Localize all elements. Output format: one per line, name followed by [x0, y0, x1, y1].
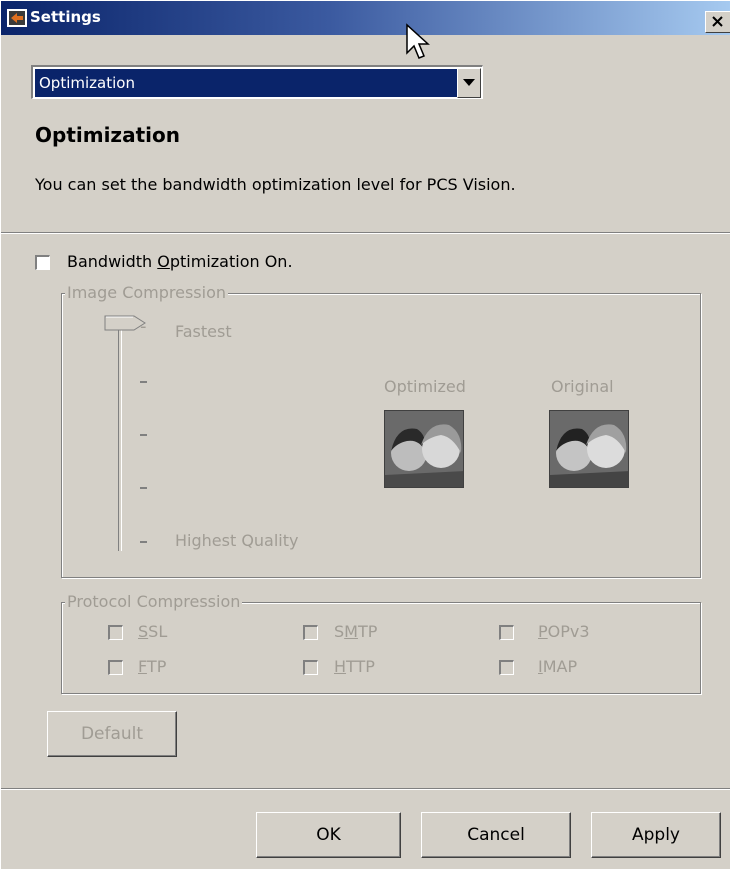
original-label: Original — [551, 377, 614, 396]
image-compression-title: Image Compression — [65, 283, 229, 302]
smtp-checkbox[interactable] — [303, 625, 318, 640]
bandwidth-optimization-checkbox[interactable] — [35, 255, 50, 270]
http-checkbox[interactable] — [303, 660, 318, 675]
mouse-cursor-icon — [406, 23, 430, 59]
compression-slider-track[interactable] — [118, 321, 122, 551]
title-bar[interactable]: Settings — [1, 1, 730, 35]
imap-label[interactable]: IMAP — [538, 657, 577, 676]
window-title: Settings — [30, 8, 101, 26]
popv3-checkbox[interactable] — [499, 625, 514, 640]
tick-mark: - — [140, 316, 147, 337]
imap-checkbox[interactable] — [499, 660, 514, 675]
ok-button[interactable]: OK — [256, 812, 401, 858]
app-icon — [7, 9, 27, 27]
protocol-compression-title: Protocol Compression — [65, 592, 243, 611]
close-button[interactable] — [705, 11, 730, 33]
optimized-label: Optimized — [384, 377, 466, 396]
tick-mark — [140, 381, 147, 383]
slider-label-fastest: Fastest — [175, 322, 232, 341]
ssl-label[interactable]: SSL — [138, 622, 167, 641]
tick-mark — [140, 541, 147, 543]
http-label[interactable]: HTTP — [334, 657, 375, 676]
settings-window: Settings Optimization Optimization You c… — [0, 0, 730, 869]
popv3-label[interactable]: POPv3 — [538, 622, 590, 641]
smtp-label[interactable]: SMTP — [334, 622, 377, 641]
default-button[interactable]: Default — [47, 711, 177, 757]
dropdown-button[interactable] — [457, 68, 481, 98]
original-preview-image — [549, 410, 629, 488]
ftp-label[interactable]: FTP — [138, 657, 166, 676]
tick-mark — [140, 487, 147, 489]
chevron-down-icon — [463, 79, 475, 86]
slider-label-highest-quality: Highest Quality — [175, 531, 299, 550]
ssl-checkbox[interactable] — [108, 625, 123, 640]
protocol-compression-group — [61, 602, 701, 694]
section-dropdown[interactable]: Optimization — [31, 65, 483, 99]
tick-mark — [140, 434, 147, 436]
page-heading: Optimization — [35, 123, 180, 147]
close-icon — [712, 16, 723, 27]
cancel-button[interactable]: Cancel — [421, 812, 571, 858]
divider — [1, 788, 730, 790]
divider — [1, 232, 730, 234]
dropdown-selected-value: Optimization — [35, 69, 457, 97]
page-description: You can set the bandwidth optimization l… — [35, 175, 516, 194]
optimized-preview-image — [384, 410, 464, 488]
ftp-checkbox[interactable] — [108, 660, 123, 675]
apply-button[interactable]: Apply — [591, 812, 721, 858]
bandwidth-optimization-label[interactable]: Bandwidth Optimization On. — [67, 252, 293, 271]
